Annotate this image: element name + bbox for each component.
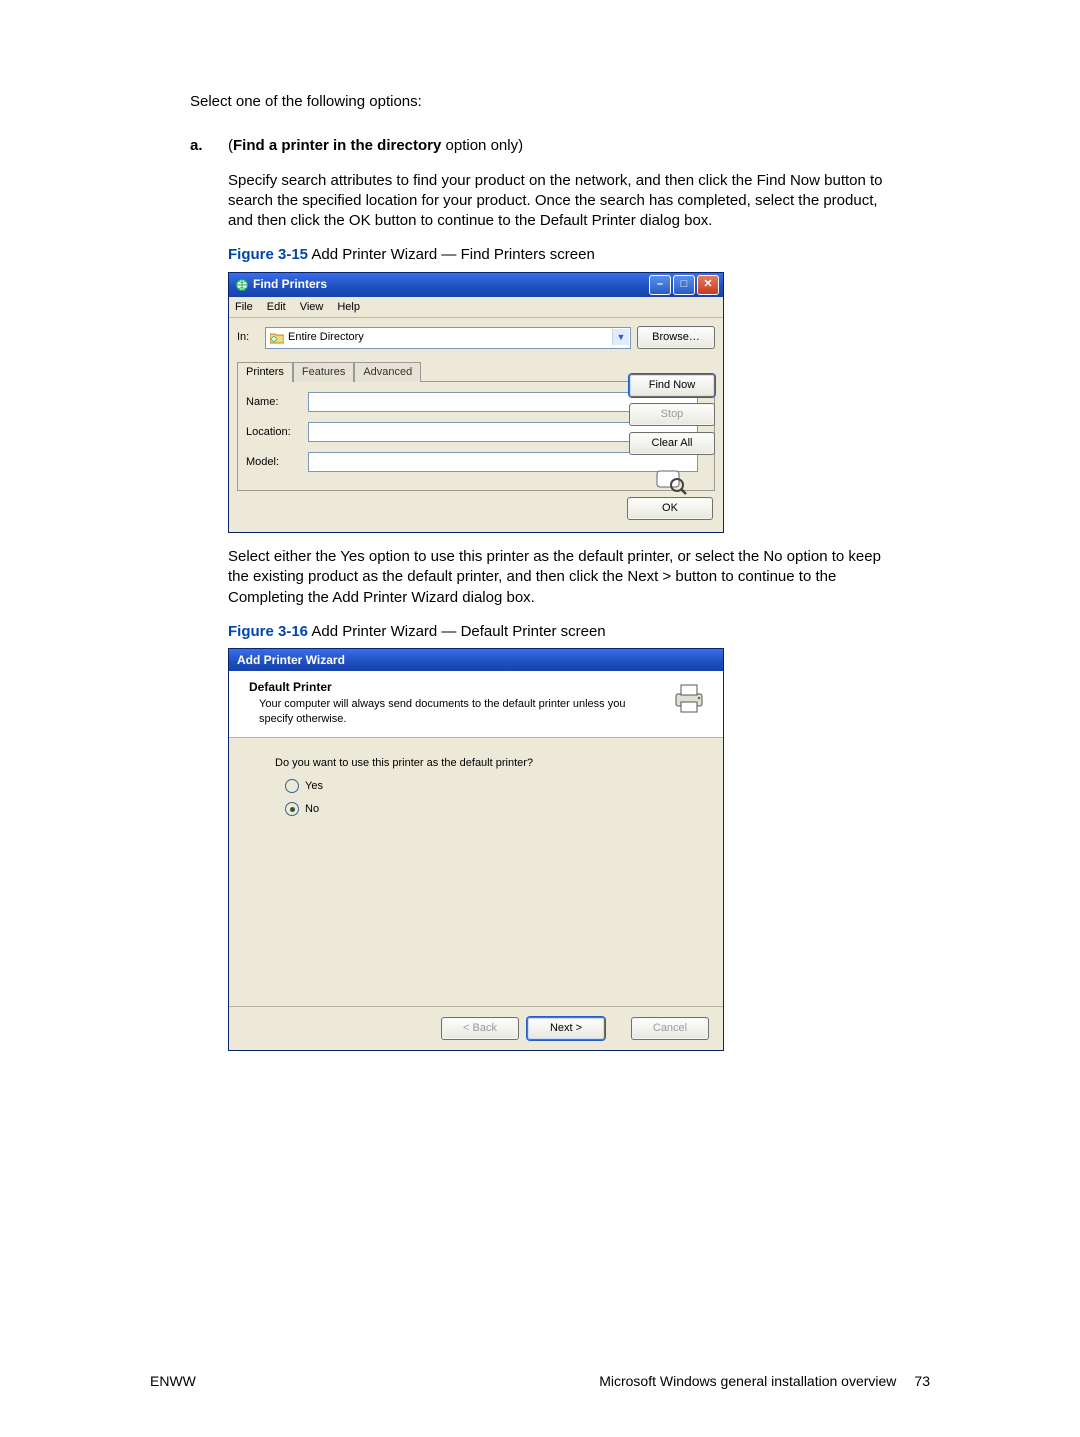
radio-no-icon (285, 802, 299, 816)
window-title: Find Printers (253, 276, 327, 292)
wizard-header-title: Default Printer (249, 679, 669, 695)
tab-features[interactable]: Features (293, 362, 354, 382)
menubar: File Edit View Help (229, 297, 723, 319)
in-directory-value: Entire Directory (288, 330, 364, 345)
intro-text: Select one of the following options: (190, 92, 890, 112)
page-footer: ENWW Microsoft Windows general installat… (150, 1372, 930, 1391)
wizard-title: Add Printer Wizard (237, 652, 345, 668)
location-label: Location: (246, 425, 308, 440)
find-printers-titlebar[interactable]: Find Printers – □ ✕ (229, 273, 723, 297)
in-label: In: (237, 330, 259, 345)
stop-button: Stop (629, 403, 715, 426)
wizard-header-desc: Your computer will always send documents… (259, 697, 639, 727)
figure-3-16-caption: Figure 3-16 Add Printer Wizard — Default… (228, 622, 890, 642)
name-label: Name: (246, 395, 308, 410)
tab-advanced[interactable]: Advanced (354, 362, 421, 382)
menu-view[interactable]: View (300, 300, 324, 315)
step-a-marker: a. (190, 136, 228, 1051)
footer-left: ENWW (150, 1372, 599, 1391)
close-button[interactable]: ✕ (697, 275, 719, 295)
dropdown-arrow-icon[interactable]: ▼ (612, 329, 629, 345)
back-button: < Back (441, 1017, 519, 1040)
step-a-heading: (Find a printer in the directory option … (228, 136, 890, 156)
ok-button[interactable]: OK (627, 497, 713, 520)
maximize-button[interactable]: □ (673, 275, 695, 295)
printer-icon (669, 679, 709, 719)
find-printers-window: Find Printers – □ ✕ File Edit View Help (228, 272, 724, 534)
wizard-question: Do you want to use this printer as the d… (275, 756, 723, 771)
next-button[interactable]: Next > (527, 1017, 605, 1040)
clear-all-button[interactable]: Clear All (629, 432, 715, 455)
text-after-figure-15: Select either the Yes option to use this… (228, 547, 890, 608)
menu-edit[interactable]: Edit (267, 300, 286, 315)
wizard-header: Default Printer Your computer will alway… (229, 671, 723, 738)
add-printer-wizard-window: Add Printer Wizard Default Printer Your … (228, 648, 724, 1051)
cancel-button: Cancel (631, 1017, 709, 1040)
directory-icon (270, 332, 284, 344)
search-globe-icon (235, 278, 249, 292)
footer-right: Microsoft Windows general installation o… (599, 1372, 896, 1391)
find-now-button[interactable]: Find Now (629, 374, 715, 397)
radio-yes[interactable]: Yes (285, 779, 723, 794)
in-directory-select[interactable]: Entire Directory ▼ (265, 327, 631, 349)
browse-button[interactable]: Browse… (637, 326, 715, 349)
figure-3-15-caption: Figure 3-15 Add Printer Wizard — Find Pr… (228, 245, 890, 265)
tab-printers[interactable]: Printers (237, 362, 293, 382)
minimize-button[interactable]: – (649, 275, 671, 295)
find-animation-icon (655, 465, 687, 497)
step-a-paragraph: Specify search attributes to find your p… (228, 171, 890, 232)
page-number: 73 (914, 1372, 930, 1391)
radio-yes-label: Yes (305, 779, 323, 794)
radio-no[interactable]: No (285, 802, 723, 817)
radio-no-label: No (305, 802, 319, 817)
menu-file[interactable]: File (235, 300, 253, 315)
radio-yes-icon (285, 779, 299, 793)
menu-help[interactable]: Help (337, 300, 360, 315)
wizard-titlebar[interactable]: Add Printer Wizard (229, 649, 723, 671)
model-label: Model: (246, 455, 308, 470)
